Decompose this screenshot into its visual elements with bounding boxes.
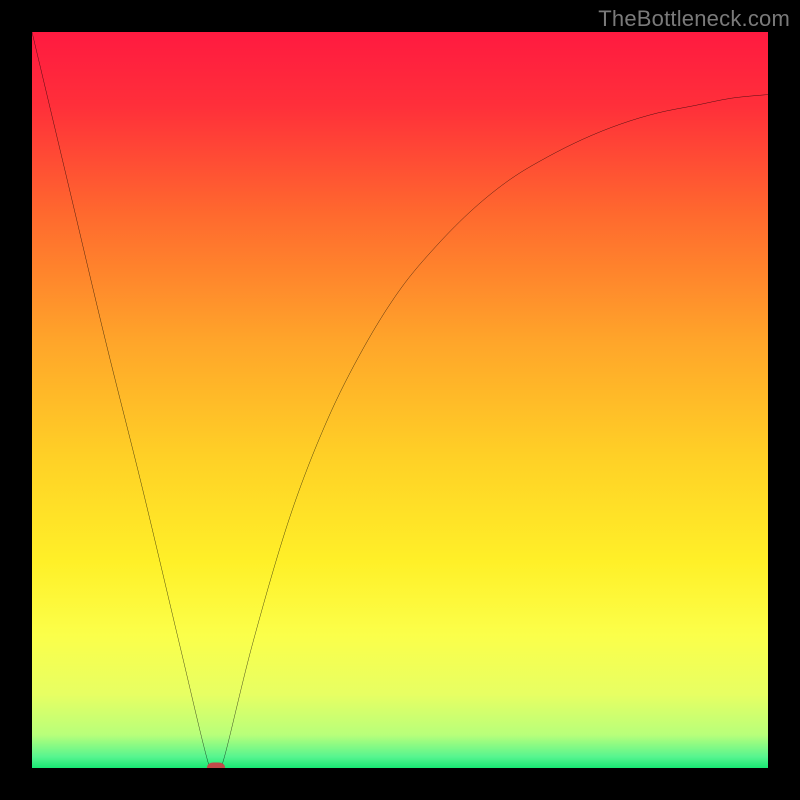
plot-area — [32, 32, 768, 768]
chart-frame: TheBottleneck.com — [0, 0, 800, 800]
optimal-point-marker — [207, 763, 225, 769]
bottleneck-curve — [32, 32, 768, 768]
watermark-text: TheBottleneck.com — [598, 6, 790, 32]
